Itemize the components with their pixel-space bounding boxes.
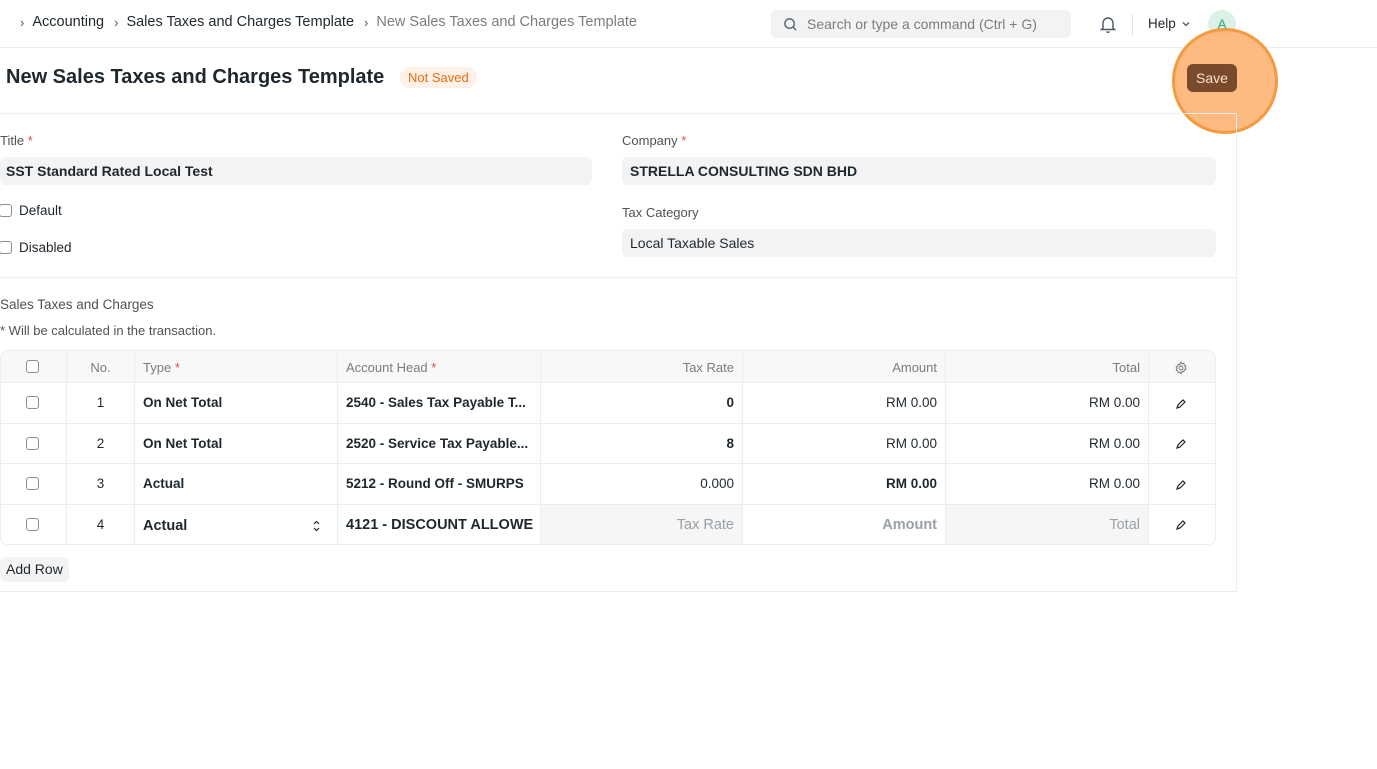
section-title: Sales Taxes and Charges xyxy=(0,297,154,312)
select-all-checkbox[interactable] xyxy=(26,360,39,373)
row-checkbox[interactable] xyxy=(26,396,39,409)
row-checkbox[interactable] xyxy=(26,437,39,450)
divider xyxy=(134,351,135,544)
search-bar[interactable]: Search or type a command (Ctrl + G) xyxy=(771,10,1071,38)
title-field[interactable]: SST Standard Rated Local Test xyxy=(0,157,592,185)
divider xyxy=(0,277,1237,278)
company-label: Company * xyxy=(622,133,687,148)
chevron-right-icon: › xyxy=(20,14,25,30)
section-description: * Will be calculated in the transaction. xyxy=(0,323,217,338)
row-checkbox[interactable] xyxy=(26,477,39,490)
help-label: Help xyxy=(1148,16,1176,31)
row-account-head[interactable]: 2540 - Sales Tax Payable T... xyxy=(346,395,526,410)
row-no: 3 xyxy=(96,476,105,491)
disabled-label: Disabled xyxy=(19,240,72,255)
row-account-head[interactable]: 5212 - Round Off - SMURPS xyxy=(346,476,524,491)
status-badge: Not Saved xyxy=(400,67,477,88)
divider xyxy=(1,423,1215,424)
row-amount[interactable]: RM 0.00 xyxy=(743,476,937,491)
breadcrumb-template-list[interactable]: Sales Taxes and Charges Template xyxy=(126,14,354,30)
divider xyxy=(1,463,1215,464)
up-down-chevron-icon[interactable] xyxy=(312,519,321,533)
tax-category-label: Tax Category xyxy=(622,205,699,220)
row-total-input[interactable]: Total xyxy=(946,517,1140,533)
divider xyxy=(337,351,338,544)
taxes-grid: No. Type * Account Head * Tax Rate Amoun… xyxy=(0,350,1216,545)
company-field[interactable]: STRELLA CONSULTING SDN BHD xyxy=(622,157,1216,185)
pencil-icon[interactable] xyxy=(1175,398,1187,410)
row-total[interactable]: RM 0.00 xyxy=(946,395,1140,410)
row-tax-rate[interactable]: 8 xyxy=(541,436,734,451)
breadcrumb: › Accounting › Sales Taxes and Charges T… xyxy=(16,14,637,30)
add-row-button[interactable]: Add Row xyxy=(0,557,69,582)
search-placeholder: Search or type a command (Ctrl + G) xyxy=(807,16,1037,32)
column-header-tax-rate: Tax Rate xyxy=(682,360,734,375)
row-account-head[interactable]: 2520 - Service Tax Payable... xyxy=(346,436,528,451)
gear-icon[interactable] xyxy=(1174,361,1188,375)
row-type[interactable]: On Net Total xyxy=(143,395,222,410)
column-header-type: Type * xyxy=(143,360,180,375)
disabled-checkbox[interactable] xyxy=(0,241,12,254)
divider xyxy=(0,591,1237,592)
row-total[interactable]: RM 0.00 xyxy=(946,436,1140,451)
row-amount[interactable]: RM 0.00 xyxy=(743,395,937,410)
divider xyxy=(0,113,1237,114)
default-label: Default xyxy=(19,203,62,218)
row-tax-rate[interactable]: 0.000 xyxy=(541,476,734,491)
row-no: 1 xyxy=(96,395,105,410)
row-amount-input[interactable]: Amount xyxy=(743,517,937,533)
row-tax-rate-input[interactable]: Tax Rate xyxy=(541,517,734,533)
row-type[interactable]: On Net Total xyxy=(143,436,222,451)
help-dropdown[interactable]: Help xyxy=(1148,16,1191,31)
bell-icon[interactable] xyxy=(1099,14,1117,34)
row-account-head-input[interactable]: 4121 - DISCOUNT ALLOWE xyxy=(346,517,536,533)
row-no: 4 xyxy=(96,517,105,532)
chevron-down-icon xyxy=(1182,21,1190,26)
row-type-select[interactable]: Actual xyxy=(143,518,187,534)
row-tax-rate[interactable]: 0 xyxy=(541,395,734,410)
tax-category-field[interactable]: Local Taxable Sales xyxy=(622,229,1216,257)
chevron-right-icon: › xyxy=(364,14,369,30)
title-label: Title * xyxy=(0,133,33,148)
pencil-icon[interactable] xyxy=(1175,479,1187,491)
breadcrumb-accounting[interactable]: Accounting xyxy=(32,14,104,30)
column-header-amount: Amount xyxy=(892,360,937,375)
search-icon xyxy=(784,17,797,31)
column-header-no: No. xyxy=(90,360,111,375)
column-header-account-head: Account Head * xyxy=(346,360,437,375)
chevron-right-icon: › xyxy=(114,14,119,30)
default-checkbox[interactable] xyxy=(0,204,12,217)
page-title: New Sales Taxes and Charges Template xyxy=(6,66,385,88)
navbar: › Accounting › Sales Taxes and Charges T… xyxy=(0,0,1377,48)
breadcrumb-current: New Sales Taxes and Charges Template xyxy=(376,14,637,30)
row-no: 2 xyxy=(96,436,105,451)
row-checkbox[interactable] xyxy=(26,518,39,531)
pencil-icon[interactable] xyxy=(1175,519,1187,531)
pencil-icon[interactable] xyxy=(1175,438,1187,450)
divider xyxy=(1132,14,1133,36)
save-button[interactable]: Save xyxy=(1187,64,1237,92)
row-type[interactable]: Actual xyxy=(143,476,184,491)
row-total[interactable]: RM 0.00 xyxy=(946,476,1140,491)
divider xyxy=(1148,351,1149,544)
row-amount[interactable]: RM 0.00 xyxy=(743,436,937,451)
column-header-total: Total xyxy=(1112,360,1140,375)
form-border xyxy=(1236,113,1237,591)
